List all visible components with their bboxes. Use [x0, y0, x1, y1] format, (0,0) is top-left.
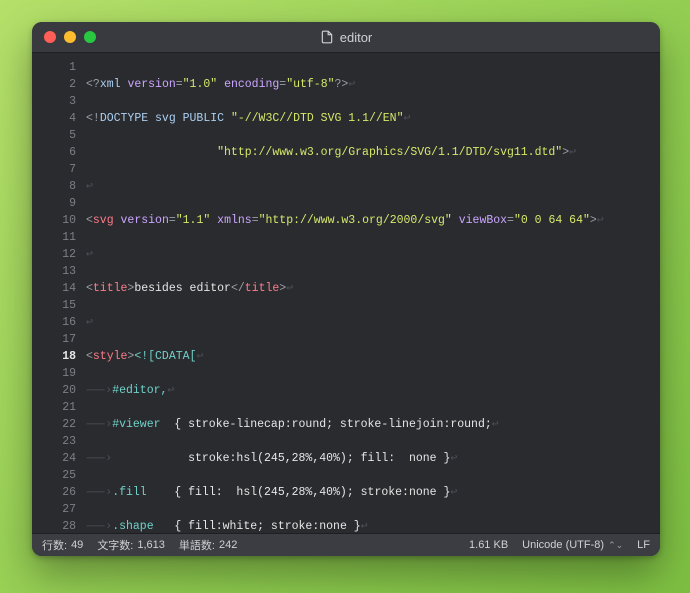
line-number: 22 [32, 416, 76, 433]
code-line: ↩ [86, 246, 652, 263]
status-line-ending-picker[interactable]: LF [637, 539, 650, 551]
status-filesize: 1.61 KB [469, 539, 508, 551]
line-number: 20 [32, 382, 76, 399]
line-number: 10 [32, 212, 76, 229]
line-number: 17 [32, 331, 76, 348]
line-number: 15 [32, 297, 76, 314]
window-title: editor [32, 30, 660, 45]
code-line: <?xml version="1.0" encoding="utf-8"?>↩ [86, 76, 652, 93]
close-button[interactable] [44, 31, 56, 43]
code-line: ↩ [86, 314, 652, 331]
code-line: "http://www.w3.org/Graphics/SVG/1.1/DTD/… [86, 144, 652, 161]
code-line: ⸺›#viewer { stroke-linecap:round; stroke… [86, 416, 652, 433]
status-chars: 文字数: 1,613 [97, 537, 165, 553]
editor-window: editor 123456789101112131415161718192021… [32, 22, 660, 556]
code-line: <title>besides editor</title>↩ [86, 280, 652, 297]
code-content[interactable]: <?xml version="1.0" encoding="utf-8"?>↩ … [86, 53, 660, 533]
line-number: 23 [32, 433, 76, 450]
status-encoding-picker[interactable]: Unicode (UTF-8) ⌃⌄ [522, 539, 623, 551]
line-number: 25 [32, 467, 76, 484]
line-number: 28 [32, 518, 76, 533]
line-number: 4 [32, 110, 76, 127]
code-line: ⸺›.fill { fill: hsl(245,28%,40%); stroke… [86, 484, 652, 501]
titlebar: editor [32, 22, 660, 53]
code-line: <!DOCTYPE svg PUBLIC "-//W3C//DTD SVG 1.… [86, 110, 652, 127]
chevron-updown-icon: ⌃⌄ [608, 540, 623, 551]
line-number: 9 [32, 195, 76, 212]
line-number: 7 [32, 161, 76, 178]
line-number: 3 [32, 93, 76, 110]
document-icon [320, 30, 334, 44]
traffic-lights [44, 31, 96, 43]
code-line: <svg version="1.1" xmlns="http://www.w3.… [86, 212, 652, 229]
line-number: 5 [32, 127, 76, 144]
line-number: 21 [32, 399, 76, 416]
code-line: ⸺›#editor,↩ [86, 382, 652, 399]
zoom-button[interactable] [84, 31, 96, 43]
line-number-gutter: 1234567891011121314151617181920212223242… [32, 53, 86, 533]
code-line: <style><![CDATA[↩ [86, 348, 652, 365]
line-number: 16 [32, 314, 76, 331]
minimize-button[interactable] [64, 31, 76, 43]
code-line: ⸺›.shape { fill:white; stroke:none }↩ [86, 518, 652, 533]
line-number: 19 [32, 365, 76, 382]
line-number: 24 [32, 450, 76, 467]
line-number: 1 [32, 59, 76, 76]
line-number: 26 [32, 484, 76, 501]
line-number: 8 [32, 178, 76, 195]
status-words: 単語数: 242 [179, 537, 237, 553]
line-number: 18 [32, 348, 76, 365]
line-number: 13 [32, 263, 76, 280]
status-bar: 行数: 49 文字数: 1,613 単語数: 242 1.61 KB Unico… [32, 533, 660, 556]
editor-area[interactable]: 1234567891011121314151617181920212223242… [32, 53, 660, 533]
line-number: 27 [32, 501, 76, 518]
code-line: ⸺› stroke:hsl(245,28%,40%); fill: none }… [86, 450, 652, 467]
line-number: 11 [32, 229, 76, 246]
line-number: 14 [32, 280, 76, 297]
line-number: 2 [32, 76, 76, 93]
line-number: 12 [32, 246, 76, 263]
status-lines: 行数: 49 [42, 537, 83, 553]
line-number: 6 [32, 144, 76, 161]
window-title-text: editor [340, 30, 373, 45]
code-line: ↩ [86, 178, 652, 195]
